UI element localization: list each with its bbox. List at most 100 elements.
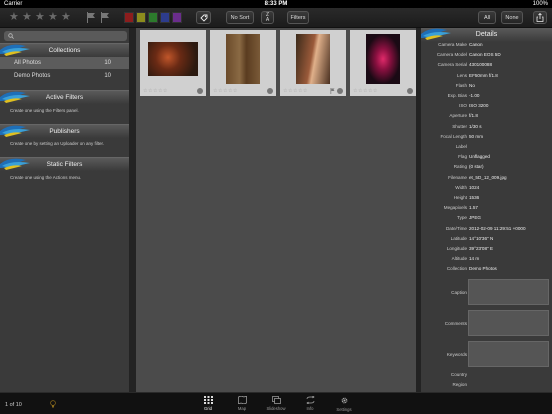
detail-key: Shutter <box>452 123 467 129</box>
collection-count: 10 <box>104 73 111 79</box>
detail-row: Filename et_5D_12_009.jpg <box>421 173 552 183</box>
detail-value[interactable]: (0 star) <box>469 164 484 169</box>
star-icon[interactable]: ★ <box>48 12 58 23</box>
detail-value[interactable]: f/1.8 <box>469 113 478 118</box>
detail-value[interactable]: 50 mm <box>469 134 483 139</box>
detail-value[interactable]: Canon <box>469 42 483 47</box>
detail-text-box[interactable] <box>468 278 549 305</box>
detail-key: Collection <box>446 266 467 272</box>
tab-info[interactable]: Info <box>297 396 323 414</box>
tag-icon <box>199 14 207 22</box>
lightbulb-icon[interactable] <box>50 400 56 408</box>
star-icon[interactable]: ★ <box>35 12 45 23</box>
info-icon[interactable] <box>267 88 273 94</box>
color-label-green[interactable] <box>148 12 158 23</box>
details-title: Details <box>475 31 498 38</box>
detail-key: Aperture <box>449 113 467 119</box>
thumbnail[interactable]: ☆☆☆☆☆ <box>210 30 276 96</box>
info-icon[interactable] <box>197 88 203 94</box>
detail-key: Flash <box>455 82 467 88</box>
detail-key: ISO <box>459 103 467 109</box>
select-all-button[interactable]: All <box>478 11 496 24</box>
tab-slideshow[interactable]: Slideshow <box>263 396 289 414</box>
detail-key: Date/Time <box>445 225 467 231</box>
app-window: Carrier 8:33 PM 100% ★ ★ ★ ★ ★ No Sort Z… <box>0 0 552 414</box>
star-icon[interactable]: ★ <box>9 12 19 23</box>
detail-value[interactable]: 1024 <box>469 185 479 190</box>
tab-map[interactable]: Map <box>229 396 255 414</box>
flag-icon[interactable] <box>86 12 96 23</box>
left-panel-resize-handle[interactable] <box>129 28 136 392</box>
select-none-button[interactable]: None <box>501 11 523 24</box>
collection-item-demo-photos[interactable]: Demo Photos 10 <box>0 70 129 82</box>
slideshow-icon <box>271 396 281 404</box>
detail-row: Width 1024 <box>421 183 552 193</box>
detail-key: Filename <box>448 174 467 180</box>
detail-row: Country <box>421 370 552 380</box>
color-label-purple[interactable] <box>172 12 182 23</box>
map-icon <box>237 396 247 404</box>
reject-flag-icon[interactable] <box>100 12 110 23</box>
color-label-red[interactable] <box>124 12 134 23</box>
detail-row: Camera Model Canon EOS 5D <box>421 50 552 60</box>
thumbnail-rating: ☆☆☆☆☆ <box>213 88 238 94</box>
tab-grid[interactable]: Grid <box>195 396 221 414</box>
detail-value[interactable]: 2012-02-09 11:29:51 +0000 <box>469 226 526 231</box>
detail-value[interactable]: Unflagged <box>469 154 490 159</box>
detail-key: Megapixels <box>443 205 467 211</box>
detail-text-box[interactable] <box>468 340 549 367</box>
detail-value[interactable]: Demo Photos <box>469 266 497 271</box>
detail-key: Country <box>450 371 467 377</box>
detail-value[interactable]: JPEG <box>469 215 481 220</box>
detail-value[interactable]: EF50mm f/1.8 <box>469 73 498 78</box>
collection-item-all-photos[interactable]: All Photos 10 <box>0 57 129 69</box>
detail-key: Camera Make <box>438 42 467 47</box>
detail-value[interactable]: No <box>469 83 475 88</box>
sort-order-button[interactable]: ZA <box>261 11 274 24</box>
tab-label: Info <box>306 406 314 411</box>
static-filters-hint: Create one using the Actions menu. <box>10 175 82 180</box>
thumbnail-image <box>366 34 400 84</box>
tag-button[interactable] <box>196 11 211 24</box>
detail-row: Camera Serial 430100088 <box>421 60 552 70</box>
thumbnail[interactable]: ☆☆☆☆☆ <box>140 30 206 96</box>
detail-row: Longitude 39°23'08" E <box>421 244 552 254</box>
detail-key: Lens <box>457 72 467 78</box>
tab-label: Grid <box>204 406 212 411</box>
sort-button[interactable]: No Sort <box>226 11 254 24</box>
star-icon[interactable]: ★ <box>22 12 32 23</box>
thumbnail-rating: ☆☆☆☆☆ <box>143 88 168 94</box>
detail-value[interactable]: 1.57 <box>469 205 478 210</box>
tab-settings[interactable]: Settings <box>331 396 357 414</box>
detail-key: Comments <box>444 320 467 326</box>
color-label-blue[interactable] <box>160 12 170 23</box>
info-icon[interactable] <box>407 88 413 94</box>
detail-row: Date/Time 2012-02-09 11:29:51 +0000 <box>421 224 552 234</box>
thumbnail[interactable]: ☆☆☆☆☆ <box>280 30 346 96</box>
detail-value[interactable]: 1/30 s <box>469 124 482 129</box>
tab-bar: 1 of 10 Grid Map Slideshow Info Settings <box>0 392 552 414</box>
detail-key: Region <box>452 381 467 387</box>
gear-icon <box>341 397 347 404</box>
color-label-yellow[interactable] <box>136 12 146 23</box>
thumbnail[interactable]: ☆☆☆☆☆ <box>350 30 416 96</box>
detail-value[interactable]: et_5D_12_009.jpg <box>469 175 507 180</box>
detail-value[interactable]: 1536 <box>469 195 479 200</box>
info-icon[interactable] <box>337 88 343 94</box>
filters-button[interactable]: Filters <box>287 11 309 24</box>
detail-value[interactable]: 430100088 <box>469 62 492 67</box>
detail-value[interactable]: 39°23'08" E <box>469 246 493 251</box>
detail-value[interactable]: ISO 3200 <box>469 103 488 108</box>
star-icon[interactable]: ★ <box>61 12 71 23</box>
thumbnail-rating: ☆☆☆☆☆ <box>353 88 378 94</box>
detail-value[interactable]: -1.00 <box>469 93 479 98</box>
collections-header: Collections <box>0 43 129 57</box>
share-button[interactable] <box>533 11 547 24</box>
detail-value[interactable]: Canon EOS 5D <box>469 52 501 57</box>
detail-key: Width <box>455 184 467 190</box>
detail-key: Caption <box>451 289 467 295</box>
detail-value[interactable]: 14 m <box>469 256 479 261</box>
detail-value[interactable]: 14°10'36" N <box>469 236 493 241</box>
detail-text-box[interactable] <box>468 309 549 336</box>
detail-row: Region <box>421 380 552 390</box>
